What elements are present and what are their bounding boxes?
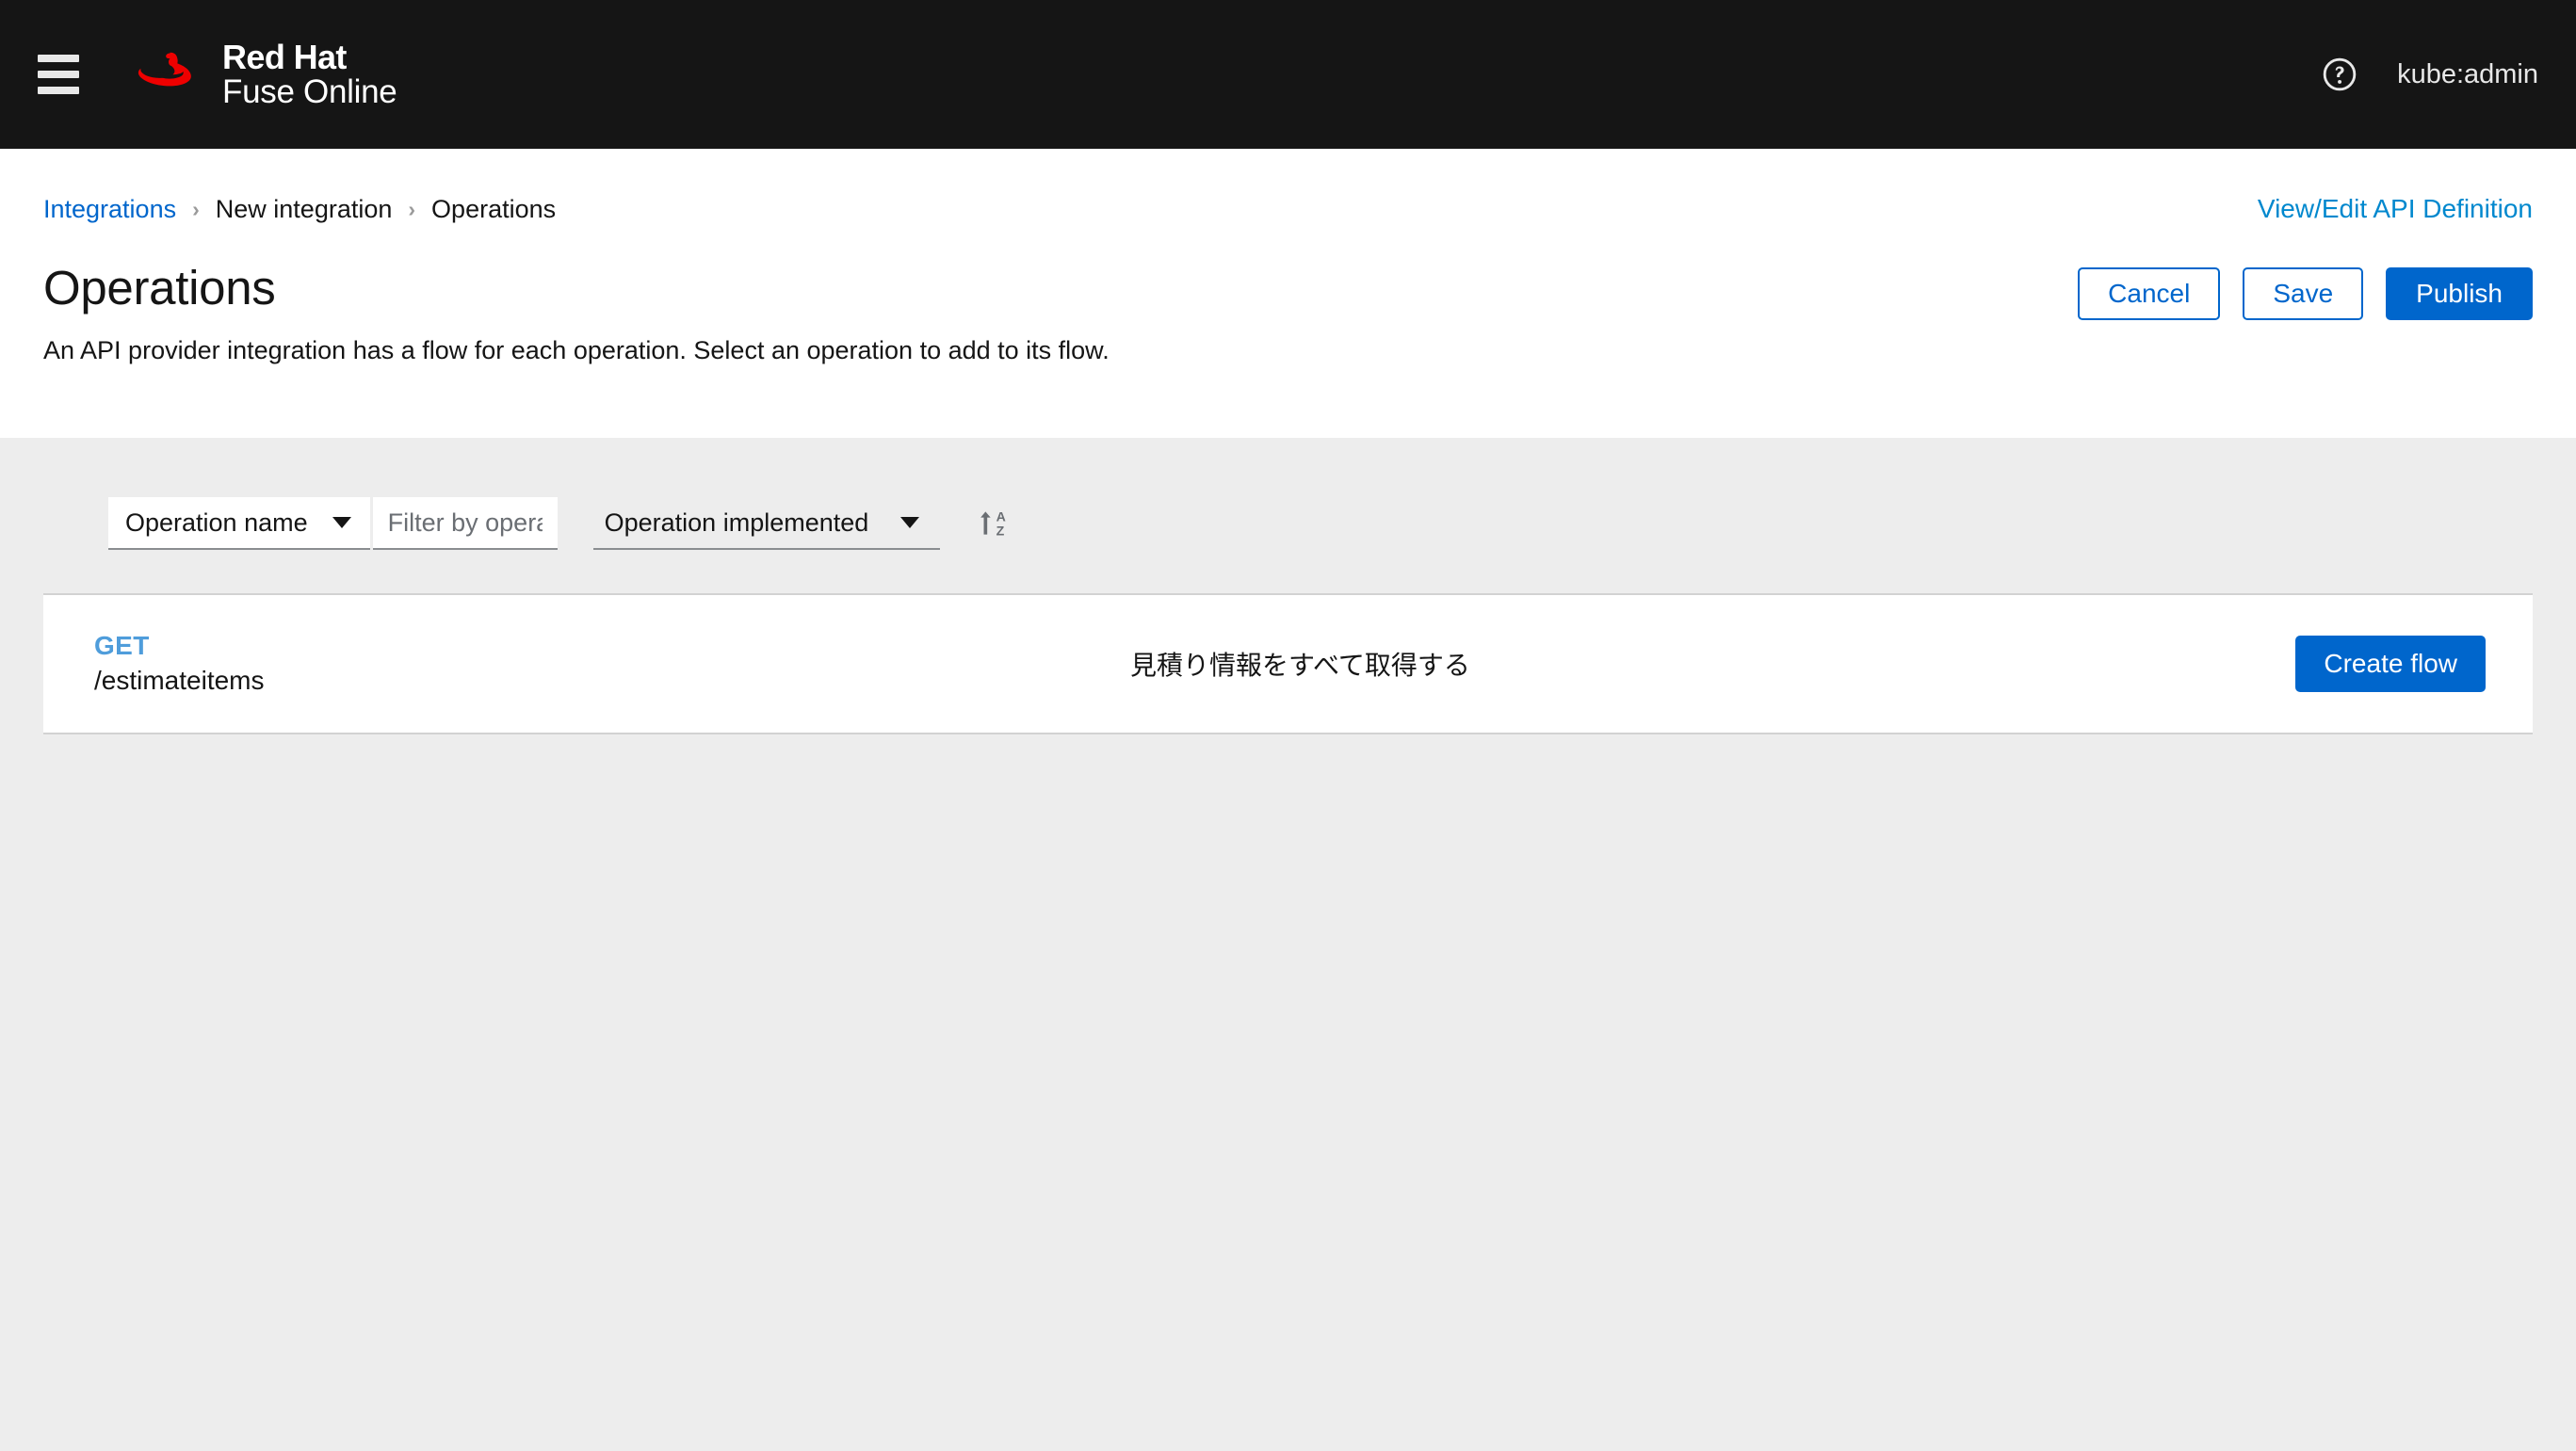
page-header: Integrations › New integration › Operati… <box>0 149 2576 438</box>
operation-summary: 見積り情報をすべて取得する <box>1130 651 1470 681</box>
sort-direction-button[interactable]: A Z <box>972 501 1017 546</box>
nav-toggle-button[interactable] <box>30 48 83 101</box>
breadcrumb: Integrations › New integration › Operati… <box>43 195 556 224</box>
sort-alpha-asc-icon: A Z <box>980 509 1006 540</box>
operation-action: Create flow <box>2295 636 2486 693</box>
operation-path: /estimateitems <box>94 666 265 696</box>
title-block: Operations An API provider integration h… <box>43 260 1110 365</box>
chevron-down-icon <box>332 517 351 528</box>
filter-group: Operation name <box>108 497 558 550</box>
view-edit-api-definition-link[interactable]: View/Edit API Definition <box>2258 194 2533 224</box>
breadcrumb-row: Integrations › New integration › Operati… <box>43 149 2533 224</box>
username-label[interactable]: kube:admin <box>2397 59 2538 90</box>
breadcrumb-separator-icon: › <box>192 196 200 221</box>
hamburger-bar <box>38 87 79 94</box>
masthead: Red Hat Fuse Online kube:admin <box>0 0 2576 149</box>
filter-field-select[interactable]: Operation name <box>108 497 370 550</box>
title-row: Operations An API provider integration h… <box>43 260 2533 365</box>
breadcrumb-item-operations: Operations <box>431 194 557 223</box>
svg-text:Z: Z <box>996 524 1005 540</box>
chevron-down-icon <box>900 517 920 528</box>
hamburger-bar <box>38 71 79 78</box>
save-button[interactable]: Save <box>2243 267 2364 320</box>
operations-toolbar: Operation name Operation implemented A Z <box>0 438 2576 550</box>
filter-field-select-label: Operation name <box>125 508 308 537</box>
table-row[interactable]: GET /estimateitems 見積り情報をすべて取得する Create … <box>43 595 2533 733</box>
operation-implemented-select-label: Operation implemented <box>604 508 869 537</box>
hamburger-bar <box>38 55 79 62</box>
brand-text: Red Hat Fuse Online <box>222 40 397 109</box>
operations-list: GET /estimateitems 見積り情報をすべて取得する Create … <box>43 593 2533 735</box>
masthead-toolbar: kube:admin <box>2322 56 2538 92</box>
brand-line-redhat: Red Hat <box>222 38 347 77</box>
operation-identity: GET /estimateitems <box>94 629 1130 699</box>
help-circle-icon[interactable] <box>2322 56 2357 92</box>
breadcrumb-item-integrations[interactable]: Integrations <box>43 195 176 224</box>
cancel-button[interactable]: Cancel <box>2078 267 2221 320</box>
brand-logo-link[interactable]: Red Hat Fuse Online <box>132 40 397 109</box>
breadcrumb-item-new-integration: New integration <box>215 194 393 223</box>
operation-http-verb: GET <box>94 631 150 660</box>
page-description: An API provider integration has a flow f… <box>43 336 1110 364</box>
publish-button[interactable]: Publish <box>2386 267 2533 320</box>
page-title: Operations <box>43 261 276 314</box>
brand-line-product: Fuse Online <box>222 73 397 110</box>
header-actions: Cancel Save Publish <box>2078 260 2533 320</box>
filter-operation-name-input[interactable] <box>372 497 558 550</box>
operation-implemented-select[interactable]: Operation implemented <box>592 497 941 550</box>
create-flow-button[interactable]: Create flow <box>2295 636 2486 693</box>
svg-text:A: A <box>996 509 1006 524</box>
breadcrumb-separator-icon: › <box>408 196 416 221</box>
red-hat-logo-icon <box>138 52 191 87</box>
